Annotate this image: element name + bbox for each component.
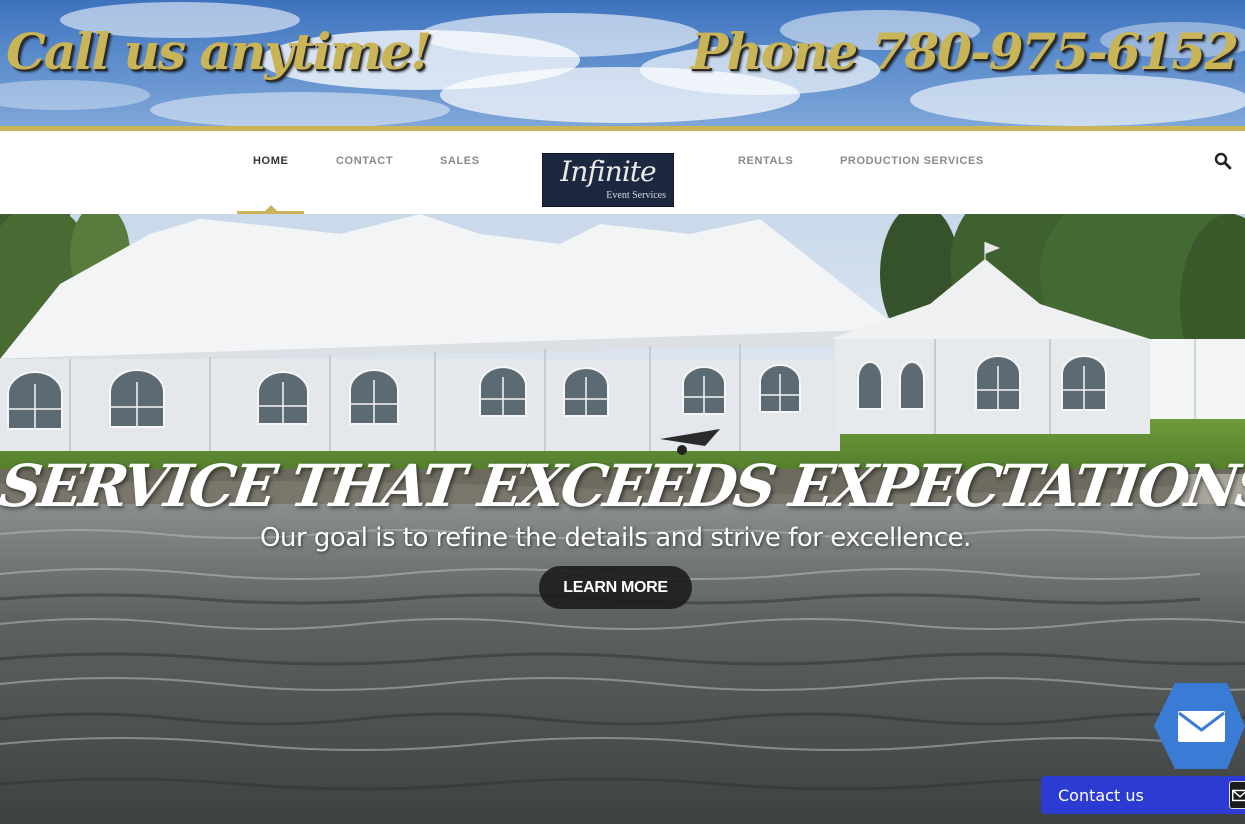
nav-item-home[interactable]: HOME xyxy=(253,155,288,167)
mail-icon xyxy=(1229,781,1245,809)
hero-title: SERVICE THAT EXCEEDS EXPECTATIONS! xyxy=(0,452,1245,520)
contact-us-tab[interactable]: Contact us xyxy=(1041,776,1245,814)
phone-number-heading[interactable]: Phone 780-975-6152 xyxy=(691,22,1239,81)
nav-item-contact[interactable]: CONTACT xyxy=(336,155,393,167)
nav-item-rentals[interactable]: RENTALS xyxy=(738,155,793,167)
learn-more-button[interactable]: LEARN MORE xyxy=(539,566,692,609)
hero-subtitle: Our goal is to refine the details and st… xyxy=(260,523,971,553)
call-us-heading: Call us anytime! xyxy=(6,22,432,81)
envelope-icon[interactable] xyxy=(1152,681,1245,771)
nav-item-production-services[interactable]: PRODUCTION SERVICES xyxy=(840,155,984,167)
nav-item-sales[interactable]: SALES xyxy=(440,155,480,167)
logo-script-text: Infinite xyxy=(560,155,656,188)
logo-subtitle: Event Services xyxy=(606,190,666,201)
hero-section: SERVICE THAT EXCEEDS EXPECTATIONS! Our g… xyxy=(0,214,1245,824)
top-banner: Call us anytime! Phone 780-975-6152 xyxy=(0,0,1245,126)
main-navigation: HOME CONTACT SALES Infinite Event Servic… xyxy=(0,131,1245,214)
site-logo[interactable]: Infinite Event Services xyxy=(542,153,674,207)
search-icon[interactable] xyxy=(1214,152,1232,170)
contact-us-label: Contact us xyxy=(1058,786,1144,805)
